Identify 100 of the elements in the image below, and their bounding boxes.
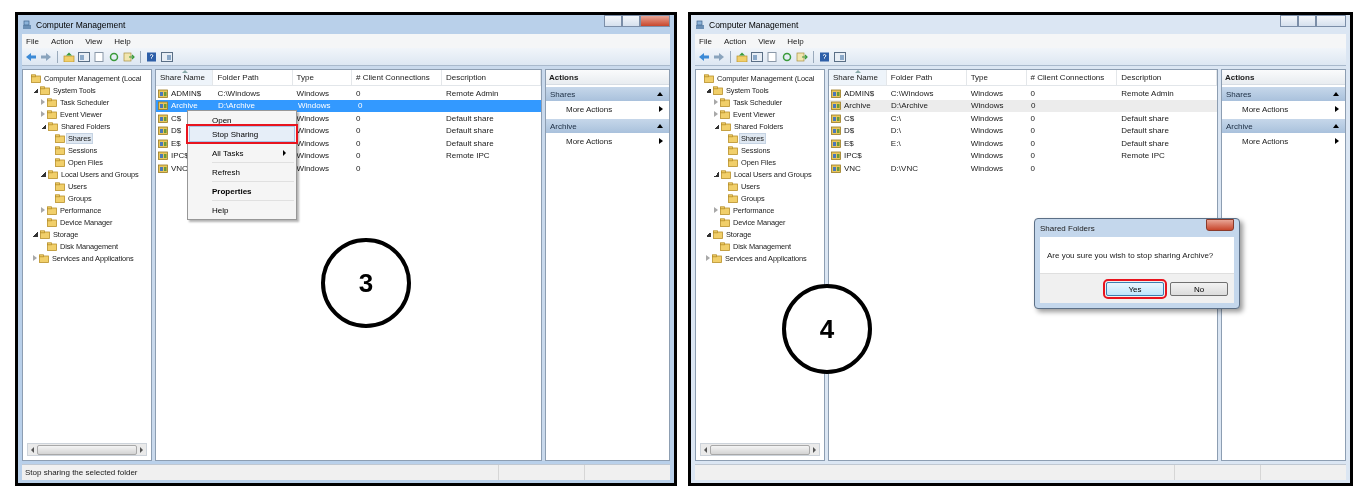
action-link[interactable]: More Actions — [1222, 133, 1345, 149]
back-icon[interactable] — [25, 51, 37, 62]
folder-icon — [47, 217, 57, 227]
column-header[interactable]: Folder Path — [213, 70, 293, 85]
table-cell: Remote IPC — [1121, 151, 1165, 161]
column-header[interactable]: Type — [966, 70, 1027, 85]
column-header[interactable]: Share Name — [829, 70, 887, 85]
folder-icon — [728, 133, 738, 143]
horizontal-scrollbar[interactable] — [700, 443, 820, 456]
forward-icon[interactable] — [713, 51, 725, 62]
pane-icon[interactable] — [161, 51, 173, 62]
menu-item[interactable]: File — [26, 36, 39, 46]
dialog-button[interactable]: No — [1170, 282, 1228, 296]
action-link[interactable]: More Actions — [546, 133, 669, 149]
help-icon[interactable] — [146, 51, 158, 62]
table-cell: C:\Windows — [890, 88, 934, 98]
share-icon — [831, 101, 841, 111]
close-button[interactable] — [1316, 15, 1346, 27]
page-icon[interactable] — [766, 51, 778, 62]
menu-item[interactable]: View — [85, 36, 103, 46]
window-title: Computer Management — [709, 19, 799, 30]
column-header[interactable]: Share Name — [156, 70, 214, 85]
table-cell: E:\ — [890, 138, 901, 148]
actions-heading: Actions — [1222, 70, 1345, 85]
folder-icon — [31, 73, 41, 83]
table-cell: D:\Archive — [218, 101, 255, 111]
table-cell: C$ — [171, 113, 182, 123]
section-header[interactable]: Shares — [546, 87, 669, 101]
close-button[interactable] — [640, 15, 670, 27]
folder-icon — [728, 181, 738, 191]
column-header[interactable]: # Client Connections — [352, 70, 443, 85]
horizontal-scrollbar[interactable] — [27, 443, 147, 456]
maximize-button[interactable] — [622, 15, 640, 27]
folder-icon — [713, 85, 723, 95]
table-cell: Archive — [171, 101, 198, 111]
table-cell: C:\Windows — [217, 88, 261, 98]
folder-icon — [728, 157, 738, 167]
table-cell: 0 — [1030, 163, 1035, 173]
table-cell: Windows — [971, 101, 1004, 111]
table-cell: Default share — [446, 113, 494, 123]
action-link[interactable]: More Actions — [546, 101, 669, 117]
menu-item[interactable]: Properties — [190, 184, 294, 198]
table-cell: Windows — [296, 151, 330, 161]
menu-item[interactable]: Open — [190, 113, 294, 127]
maximize-button[interactable] — [1298, 15, 1316, 27]
actions-heading: Actions — [546, 70, 669, 85]
table-cell: 0 — [355, 151, 361, 161]
menu-item[interactable]: Help — [114, 36, 131, 46]
menu-item[interactable]: All Tasks — [190, 146, 294, 160]
section-header[interactable]: Shares — [1222, 87, 1345, 101]
menu-item[interactable]: Help — [190, 203, 294, 217]
folder-icon — [720, 97, 730, 107]
refresh-icon[interactable] — [108, 51, 120, 62]
minimize-button[interactable] — [1280, 15, 1298, 27]
export-icon[interactable] — [123, 51, 135, 62]
folder-up-icon[interactable] — [736, 51, 748, 62]
table-cell: 0 — [355, 126, 361, 136]
table-cell: E$ — [844, 138, 854, 148]
folder-icon — [721, 169, 731, 179]
menu-item[interactable]: Action — [50, 36, 74, 46]
menu-item[interactable]: Action — [723, 36, 747, 46]
pane-icon[interactable] — [751, 51, 763, 62]
table-cell: VNC — [171, 163, 188, 173]
window-title: Computer Management — [36, 19, 126, 30]
section-header[interactable]: Archive — [546, 119, 669, 133]
folder-icon — [47, 109, 57, 119]
folder-icon — [40, 229, 50, 239]
folder-up-icon[interactable] — [63, 51, 75, 62]
close-button[interactable] — [1206, 219, 1234, 231]
menu-item[interactable]: Refresh — [190, 165, 294, 179]
back-icon[interactable] — [698, 51, 710, 62]
dialog-button[interactable]: Yes — [1106, 282, 1164, 296]
export-icon[interactable] — [796, 51, 808, 62]
table-cell: Remote Admin — [446, 88, 499, 98]
pane-icon[interactable] — [78, 51, 90, 62]
pane-icon[interactable] — [834, 51, 846, 62]
column-header[interactable]: Type — [292, 70, 352, 85]
table-cell: Remote Admin — [1121, 88, 1174, 98]
folder-icon — [721, 121, 731, 131]
menu-item[interactable]: Help — [787, 36, 804, 46]
action-link[interactable]: More Actions — [1222, 101, 1345, 117]
table-cell: D$ — [171, 126, 182, 136]
minimize-button[interactable] — [604, 15, 622, 27]
column-header[interactable]: # Client Connections — [1026, 70, 1118, 85]
forward-icon[interactable] — [40, 51, 52, 62]
help-icon[interactable] — [819, 51, 831, 62]
column-header[interactable]: Folder Path — [886, 70, 967, 85]
menu-item[interactable]: View — [758, 36, 776, 46]
column-header[interactable]: Description — [1117, 70, 1217, 85]
table-cell: D:\ — [890, 126, 902, 136]
section-header[interactable]: Archive — [1222, 119, 1345, 133]
refresh-icon[interactable] — [781, 51, 793, 62]
table-cell: Default share — [446, 126, 494, 136]
selected-row[interactable]: Archive D:\Archive Windows 0 — [829, 99, 1217, 112]
column-header[interactable]: Description — [442, 70, 541, 85]
table-cell: Windows — [970, 151, 1004, 161]
table-cell: Default share — [1121, 138, 1169, 148]
page-icon[interactable] — [93, 51, 105, 62]
table-cell: Windows — [970, 138, 1004, 148]
menu-item[interactable]: File — [699, 36, 712, 46]
